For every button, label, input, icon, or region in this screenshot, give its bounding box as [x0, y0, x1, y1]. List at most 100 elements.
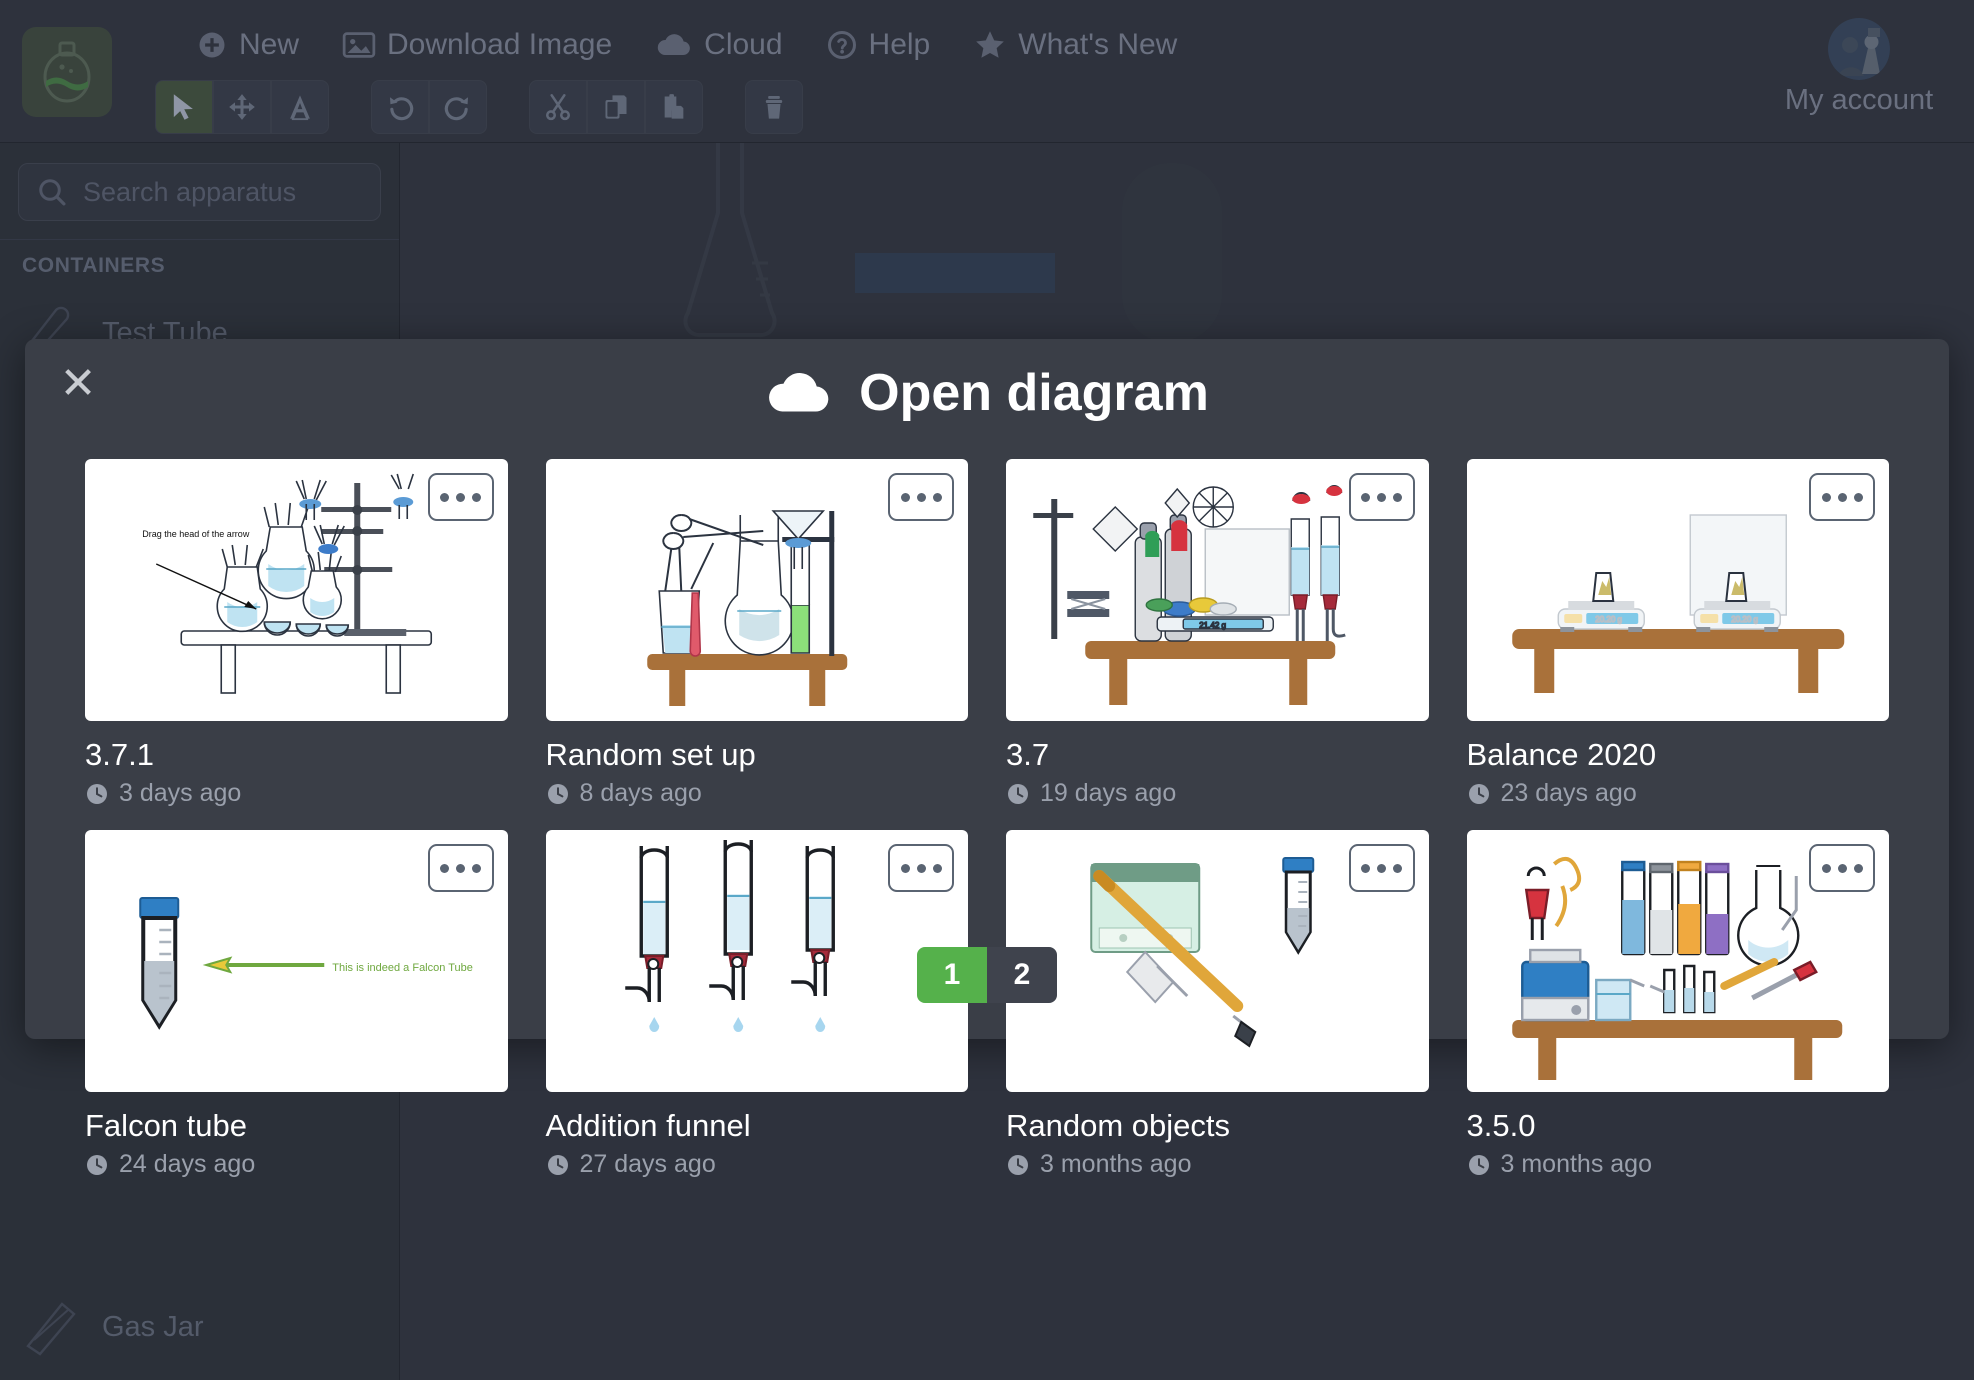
tool-group-delete [745, 80, 803, 134]
clock-icon [87, 1154, 107, 1175]
my-account-button[interactable]: My account [1774, 18, 1944, 117]
sidebar-section-containers: CONTAINERS [0, 239, 399, 290]
open-diagram-modal: ✕ Open diagram Drag the head of the arro… [25, 339, 1949, 1178]
menu-item-whats-new-label: What's New [1018, 28, 1178, 61]
menu-item-whats-new[interactable]: What's New [952, 22, 1199, 68]
canvas-ghost-flask [683, 143, 777, 338]
scissors-icon [545, 94, 571, 121]
ellipsis-icon[interactable] [888, 844, 954, 892]
card-time: 23 days ago [1500, 779, 1637, 807]
clock-icon [1008, 783, 1028, 804]
redo-tool-button[interactable] [429, 80, 487, 134]
undo-tool-button[interactable] [371, 80, 429, 134]
clock-icon [1008, 1154, 1028, 1175]
card-meta: 3 months ago [1006, 1150, 1429, 1179]
tool-button-groups [155, 80, 803, 134]
diagram-card-addition-funnel[interactable]: Addition funnel 27 days ago [545, 830, 968, 1179]
paste-tool-button[interactable] [645, 80, 703, 134]
undo-icon [389, 97, 414, 121]
card-time: 19 days ago [1040, 779, 1177, 807]
diagram-card-balance-2020[interactable]: 20.20 g 20.20 g Balance 2020 23 days ago [1466, 459, 1890, 808]
menu-item-cloud[interactable]: Cloud [634, 22, 804, 68]
cloud-icon [657, 34, 691, 56]
card-time: 3 months ago [1500, 1150, 1653, 1178]
app-logo[interactable] [22, 27, 112, 117]
card-title: Addition funnel [545, 1108, 751, 1143]
modal-title-row: Open diagram [25, 363, 1949, 423]
avatar [1828, 18, 1890, 80]
diagram-thumbnail[interactable]: Drag the head of the arrow [85, 459, 508, 721]
menu-item-new[interactable]: New [175, 22, 321, 68]
thumb-annotation: Drag the head of the arrow [142, 529, 250, 539]
diagram-card-3-7-1[interactable]: Drag the head of the arrow 3.7.1 3 days … [85, 459, 508, 808]
cloud-icon [769, 373, 829, 412]
my-account-label: My account [1784, 84, 1934, 116]
copy-tool-button[interactable] [587, 80, 645, 134]
canvas-ghost-box [855, 253, 1055, 293]
delete-tool-button[interactable] [745, 80, 803, 134]
page-title: Open diagram [859, 364, 1209, 422]
menu-item-download-image-label: Download Image [387, 28, 613, 61]
cut-tool-button[interactable] [529, 80, 587, 134]
ellipsis-icon[interactable] [427, 844, 494, 892]
page-button-2[interactable]: 2 [987, 947, 1057, 1003]
card-title: Random objects [1006, 1108, 1231, 1143]
card-time: 3 months ago [1040, 1150, 1192, 1178]
move-tool-button[interactable] [213, 80, 271, 134]
diagram-thumbnail[interactable]: 20.20 g 20.20 g [1466, 459, 1889, 721]
sidebar-item-gas-jar[interactable]: Gas Jar [0, 1284, 226, 1370]
redo-icon [444, 97, 469, 121]
card-meta: 3 days ago [85, 779, 508, 808]
diagram-card-random-set-up[interactable]: Random set up 8 days ago [545, 459, 969, 808]
diagram-card-random-objects[interactable]: Random objects 3 months ago [1006, 830, 1429, 1179]
diagram-card-3-5-0[interactable]: 3.5.0 3 months ago [1466, 830, 1889, 1179]
paste-icon [664, 94, 684, 119]
ellipsis-icon[interactable] [888, 473, 954, 521]
canvas-ghost-cylinder [1122, 163, 1222, 343]
image-icon [342, 32, 376, 58]
trash-icon [765, 96, 783, 119]
card-title: 3.7 [1006, 737, 1050, 772]
pagination: 1 2 [25, 947, 1949, 1003]
select-tool-button[interactable] [155, 80, 213, 134]
diagram-thumbnail[interactable] [545, 459, 968, 721]
card-meta: 23 days ago [1467, 779, 1890, 808]
diagram-card-falcon-tube[interactable]: This is indeed a Falcon Tube Falcon tube… [85, 830, 508, 1179]
clock-icon [1468, 1154, 1489, 1175]
card-title: Random set up [545, 737, 756, 772]
card-meta: 8 days ago [546, 779, 969, 808]
cursor-icon [173, 94, 193, 120]
ellipsis-icon[interactable] [1809, 844, 1875, 892]
card-title: 3.7.1 [85, 737, 154, 772]
ellipsis-icon[interactable] [1809, 473, 1875, 521]
ellipsis-icon[interactable] [427, 473, 494, 521]
tool-group-history [371, 80, 487, 134]
card-time: 27 days ago [579, 1150, 716, 1178]
avatar-image-icon [1828, 18, 1890, 80]
menu-item-help-label: Help [868, 28, 931, 61]
text-a-icon [290, 95, 310, 121]
diagram-card-3-7[interactable]: 21.42 g 3.7 19 days ago [1006, 459, 1429, 808]
text-tool-button[interactable] [271, 80, 329, 134]
thumb-annotation-secondary: 20.20 g [1731, 615, 1758, 624]
page-button-1[interactable]: 1 [917, 947, 987, 1003]
thumb-annotation: 20.20 g [1595, 615, 1622, 624]
menu-item-cloud-label: Cloud [704, 28, 783, 61]
card-time: 24 days ago [119, 1150, 256, 1178]
menu-item-download-image[interactable]: Download Image [321, 22, 634, 68]
ellipsis-icon[interactable] [1348, 473, 1415, 521]
diagram-card-grid: Drag the head of the arrow 3.7.1 3 days … [85, 459, 1889, 1179]
search-input[interactable]: Search apparatus [18, 163, 381, 221]
ellipsis-icon[interactable] [1348, 844, 1415, 892]
card-time: 3 days ago [119, 779, 242, 807]
search-icon [39, 179, 66, 206]
diagram-thumbnail[interactable]: 21.42 g [1006, 459, 1429, 721]
menu-item-help[interactable]: Help [805, 22, 953, 68]
card-title: Falcon tube [85, 1108, 247, 1143]
tool-group-edit [155, 80, 329, 134]
star-icon [976, 31, 1005, 58]
tool-group-clipboard [529, 80, 703, 134]
thumb-annotation: 21.42 g [1199, 621, 1226, 630]
search-container: Search apparatus [0, 143, 399, 239]
card-time: 8 days ago [579, 779, 702, 807]
